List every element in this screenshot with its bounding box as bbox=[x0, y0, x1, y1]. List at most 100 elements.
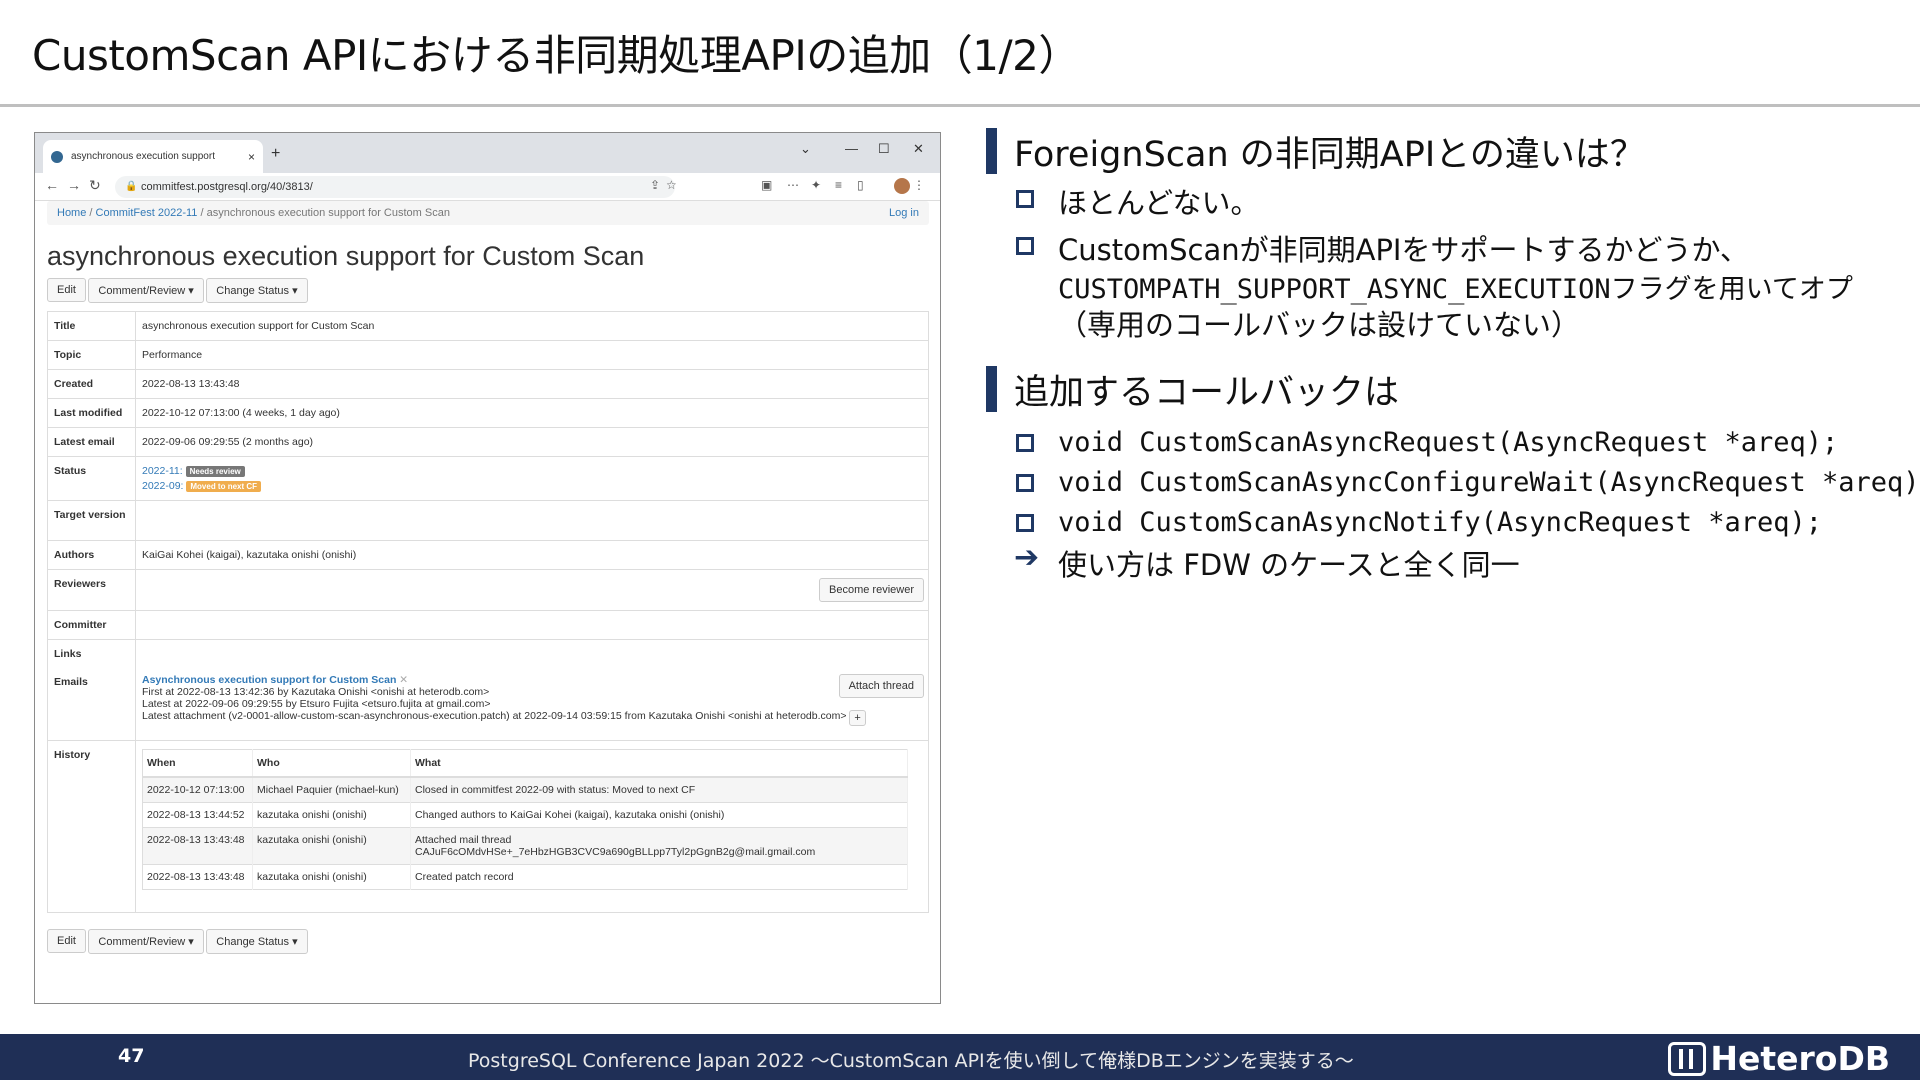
maximize-button[interactable]: ☐ bbox=[878, 141, 890, 157]
arrow-right-icon: ➔ bbox=[1014, 540, 1040, 575]
extension2-icon[interactable]: ⋯ bbox=[787, 178, 799, 192]
postgresql-favicon-icon bbox=[51, 150, 63, 163]
browser-toolbar: ← → ↻ 🔒 commitfest.postgresql.org/40/381… bbox=[35, 173, 940, 201]
history-what: Attached mail thread CAJuF6cOMdvHSe+_7eH… bbox=[410, 827, 908, 865]
emails-cell: Attach thread Asynchronous execution sup… bbox=[135, 639, 929, 741]
heading-bar bbox=[986, 366, 997, 412]
field-value bbox=[135, 610, 929, 640]
field-key: Reviewers bbox=[47, 569, 136, 611]
list-item-continuation: （専用のコールバックは設けていない） bbox=[1016, 302, 1580, 344]
field-value: Performance bbox=[135, 340, 929, 370]
square-bullet-icon bbox=[1016, 514, 1034, 532]
status-badge: Moved to next CF bbox=[186, 481, 262, 492]
section-heading-callbacks: 追加するコールバックは bbox=[986, 364, 1399, 415]
menu-kebab-icon[interactable]: ⋮ bbox=[913, 178, 925, 192]
remove-thread-icon[interactable]: ✕ bbox=[399, 674, 408, 686]
forward-icon[interactable]: → bbox=[67, 177, 81, 193]
slide-footer: 47 PostgreSQL Conference Japan 2022 〜Cus… bbox=[0, 1034, 1920, 1080]
profile-avatar[interactable] bbox=[894, 178, 910, 194]
list-item: void CustomScanAsyncConfigureWait(AsyncR… bbox=[1016, 464, 1920, 498]
tab-close-icon[interactable]: × bbox=[248, 150, 255, 164]
history-who: kazutaka onishi (onishi) bbox=[252, 864, 411, 890]
back-icon[interactable]: ← bbox=[45, 177, 59, 193]
browser-tab-bar: asynchronous execution support × + ⌄ — ☐… bbox=[35, 133, 940, 173]
tab-title: asynchronous execution support bbox=[71, 151, 215, 162]
status-cf-link[interactable]: 2022-09: bbox=[142, 480, 183, 492]
puzzle-extensions-icon[interactable]: ✦ bbox=[811, 178, 821, 192]
table-row: 2022-08-13 13:44:52 kazutaka onishi (oni… bbox=[142, 802, 908, 828]
table-row: Topic Performance bbox=[47, 340, 929, 370]
reload-icon[interactable]: ↻ bbox=[89, 177, 101, 194]
close-window-button[interactable]: ✕ bbox=[913, 141, 924, 157]
attach-thread-button[interactable]: Attach thread bbox=[838, 674, 924, 698]
square-bullet-icon bbox=[1016, 434, 1034, 452]
footer-text: PostgreSQL Conference Japan 2022 〜Custom… bbox=[468, 1050, 1354, 1072]
extension-icon[interactable]: ▣ bbox=[761, 178, 772, 192]
table-row: Title asynchronous execution support for… bbox=[47, 311, 929, 341]
comment-review-button[interactable]: Comment/Review ▾ bbox=[88, 929, 204, 954]
history-who: kazutaka onishi (onishi) bbox=[252, 827, 411, 865]
field-value: asynchronous execution support for Custo… bbox=[135, 311, 929, 341]
become-reviewer-button[interactable]: Become reviewer bbox=[819, 578, 924, 602]
list-item: void CustomScanAsyncNotify(AsyncRequest … bbox=[1016, 504, 1822, 538]
section-heading-text: 追加するコールバックは bbox=[1014, 373, 1400, 413]
address-bar[interactable]: 🔒 commitfest.postgresql.org/40/3813/ bbox=[115, 176, 675, 198]
field-key: History bbox=[47, 740, 136, 913]
table-row: Status 2022-11: Needs review 2022-09: Mo… bbox=[47, 456, 929, 501]
square-bullet-icon bbox=[1016, 474, 1034, 492]
status-cf-link[interactable]: 2022-11: bbox=[142, 465, 183, 477]
history-what: Closed in commitfest 2022-09 with status… bbox=[410, 776, 908, 803]
field-key: Status bbox=[47, 456, 136, 501]
links-label: Links bbox=[54, 648, 82, 660]
patch-details-table: Title asynchronous execution support for… bbox=[47, 311, 929, 913]
change-status-button[interactable]: Change Status ▾ bbox=[206, 278, 308, 303]
page-content: Home / CommitFest 2022-11 / asynchronous… bbox=[47, 201, 929, 962]
history-cell: When Who What 2022-10-12 07:13:00 Michae… bbox=[135, 740, 929, 913]
list-item-text: void CustomScanAsyncNotify(AsyncRequest … bbox=[1058, 507, 1823, 538]
bookmark-star-icon[interactable]: ☆ bbox=[666, 178, 677, 192]
breadcrumb-sep: / bbox=[200, 207, 204, 219]
conclusion-item: ➔ 使い方は FDW のケースと全く同一 bbox=[1014, 540, 1520, 584]
change-status-button[interactable]: Change Status ▾ bbox=[206, 929, 308, 954]
field-value bbox=[135, 500, 929, 541]
field-value: 2022-09-06 09:29:55 (2 months ago) bbox=[135, 427, 929, 457]
emails-label: Emails bbox=[54, 676, 88, 688]
edit-button[interactable]: Edit bbox=[47, 278, 86, 302]
breadcrumb: Home / CommitFest 2022-11 / asynchronous… bbox=[47, 201, 929, 225]
table-row: 2022-08-13 13:43:48 kazutaka onishi (oni… bbox=[142, 827, 908, 865]
field-value: 2022-08-13 13:43:48 bbox=[135, 369, 929, 399]
edit-button[interactable]: Edit bbox=[47, 929, 86, 953]
breadcrumb-home[interactable]: Home bbox=[57, 207, 86, 219]
page-number: 47 bbox=[118, 1045, 145, 1067]
field-key: Latest email bbox=[47, 427, 136, 457]
breadcrumb-sep: / bbox=[89, 207, 93, 219]
field-key: Committer bbox=[47, 610, 136, 640]
list-item-text: void CustomScanAsyncRequest(AsyncRequest… bbox=[1058, 427, 1839, 458]
comment-review-button[interactable]: Comment/Review ▾ bbox=[88, 278, 204, 303]
lock-icon: 🔒 bbox=[125, 181, 138, 192]
history-what: Created patch record bbox=[410, 864, 908, 890]
new-tab-button[interactable]: + bbox=[271, 145, 280, 163]
history-what: Changed authors to KaiGai Kohei (kaigai)… bbox=[410, 802, 908, 828]
side-panel-icon[interactable]: ▯ bbox=[857, 178, 864, 192]
history-when: 2022-10-12 07:13:00 bbox=[142, 776, 253, 803]
patch-title: asynchronous execution support for Custo… bbox=[47, 241, 645, 271]
brand-name: HeteroDB bbox=[1710, 1039, 1890, 1078]
expand-button[interactable]: + bbox=[849, 710, 866, 726]
thread-link[interactable]: Asynchronous execution support for Custo… bbox=[142, 674, 396, 686]
table-row: Created 2022-08-13 13:43:48 bbox=[47, 369, 929, 399]
history-who: Michael Paquier (michael-kun) bbox=[252, 776, 411, 803]
history-header-row: When Who What bbox=[142, 749, 908, 778]
minimize-button[interactable]: — bbox=[845, 141, 858, 156]
history-when: 2022-08-13 13:44:52 bbox=[142, 802, 253, 828]
breadcrumb-commitfest[interactable]: CommitFest 2022-11 bbox=[96, 207, 198, 219]
field-value: Become reviewer bbox=[135, 569, 929, 611]
browser-tab[interactable]: asynchronous execution support × bbox=[43, 140, 263, 173]
table-row: Reviewers Become reviewer bbox=[47, 569, 929, 611]
login-link[interactable]: Log in bbox=[889, 201, 919, 225]
list-item: ほとんどない。 bbox=[1016, 180, 1260, 222]
section-heading-text: ForeignScan の非同期APIとの違いは？ bbox=[1014, 135, 1645, 175]
share-icon[interactable]: ⇪ bbox=[650, 178, 660, 192]
reading-list-icon[interactable]: ≡ bbox=[835, 178, 842, 192]
tab-search-icon[interactable]: ⌄ bbox=[800, 141, 811, 157]
